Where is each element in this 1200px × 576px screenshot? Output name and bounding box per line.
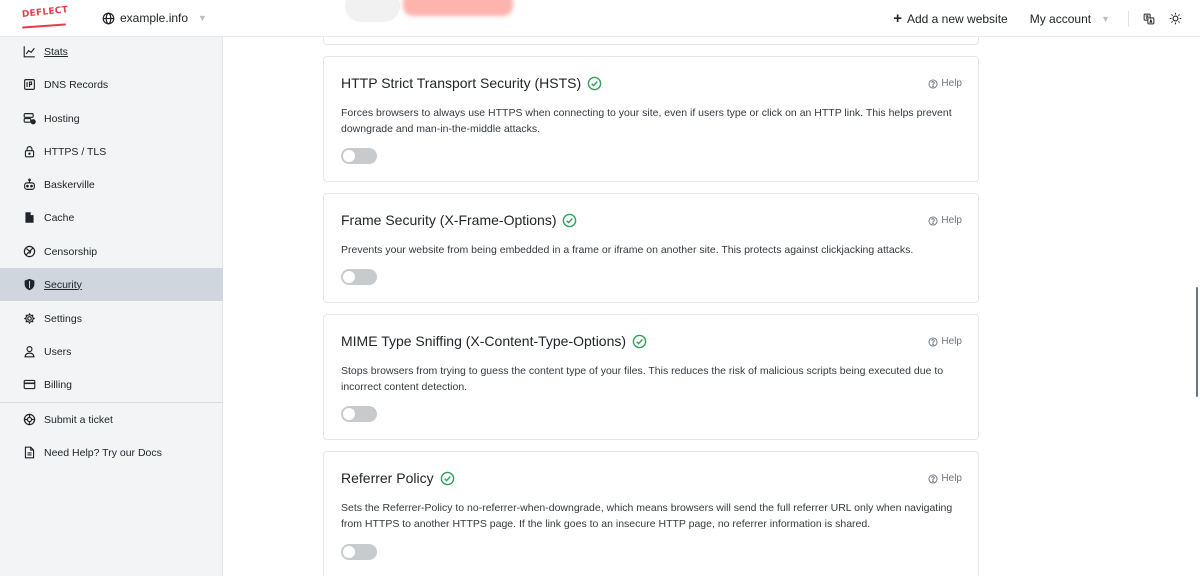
sidebar-item-https-tls[interactable]: HTTPS / TLS (0, 135, 223, 168)
check-circle-icon (440, 471, 454, 485)
card-title: Referrer Policy (341, 470, 455, 486)
main-content: HTTP Strict Transport Security (HSTS) He… (224, 37, 1200, 576)
add-website-button[interactable]: + Add a new website (893, 11, 1008, 26)
chevron-down-icon: ▼ (1101, 13, 1110, 24)
deflect-logo[interactable]: DEFLECT (21, 5, 69, 29)
referrer-policy-toggle[interactable] (341, 544, 377, 560)
question-circle-icon (928, 336, 938, 347)
robot-icon (24, 178, 35, 190)
card-description: Prevents your website from being embedde… (341, 244, 914, 256)
card-title: HTTP Strict Transport Security (HSTS) (341, 75, 602, 91)
user-icon (24, 346, 35, 358)
help-link[interactable]: Help (928, 336, 962, 347)
top-header: DEFLECT example.info ▼ + Add a new websi… (0, 0, 1200, 37)
sidebar-item-cache[interactable]: Cache (0, 201, 223, 234)
card-description: Sets the Referrer-Policy to no-referrer-… (341, 502, 953, 530)
settings-card-hsts: HTTP Strict Transport Security (HSTS) He… (323, 56, 979, 182)
dns-icon (24, 79, 35, 90)
shield-icon (24, 278, 35, 291)
sidebar-item-security[interactable]: Security (0, 268, 223, 301)
file-icon (25, 212, 34, 223)
translate-icon (1143, 13, 1155, 24)
mime-sniffing-toggle[interactable] (341, 406, 377, 422)
help-link[interactable]: Help (928, 473, 962, 484)
plus-icon: + (893, 10, 902, 27)
chevron-down-icon: ▼ (198, 13, 207, 23)
question-circle-icon (928, 473, 938, 484)
sidebar-item-settings[interactable]: Settings (0, 302, 223, 335)
card-title: MIME Type Sniffing (X-Content-Type-Optio… (341, 333, 647, 349)
sidebar: Stats DNS Records Hosting HTTPS / TLS Ba… (0, 37, 223, 576)
globe-icon (102, 12, 115, 24)
lock-icon (24, 146, 35, 158)
check-circle-icon (563, 213, 577, 227)
check-circle-icon (632, 334, 647, 348)
gear-icon (24, 313, 35, 324)
card-description: Stops browsers from trying to guess the … (341, 365, 944, 393)
sidebar-item-billing[interactable]: Billing (0, 368, 223, 401)
my-account-label: My account (1029, 11, 1092, 26)
language-button[interactable] (1143, 13, 1155, 25)
my-account-menu[interactable]: My account ▼ (1030, 12, 1110, 26)
sidebar-item-hosting[interactable]: Hosting (0, 102, 223, 135)
hsts-toggle[interactable] (341, 148, 377, 164)
site-selector[interactable]: example.info ▼ (102, 11, 207, 25)
sidebar-item-baskerville[interactable]: Baskerville (0, 168, 223, 201)
settings-card-mime-sniffing: MIME Type Sniffing (X-Content-Type-Optio… (323, 314, 979, 440)
document-icon (24, 446, 35, 459)
card-description: Forces browsers to always use HTTPS when… (341, 107, 952, 135)
chart-line-icon (23, 46, 35, 58)
question-circle-icon (928, 215, 938, 226)
settings-card-frame-security: Frame Security (X-Frame-Options) Help Pr… (323, 193, 979, 303)
frame-security-toggle[interactable] (341, 269, 377, 285)
help-link[interactable]: Help (928, 78, 962, 89)
sun-icon (1169, 12, 1182, 25)
sidebar-item-docs[interactable]: Need Help? Try our Docs (0, 436, 223, 469)
lifebuoy-icon (23, 413, 36, 426)
question-circle-icon (928, 78, 938, 89)
check-circle-icon (587, 76, 602, 90)
logo-text: DEFLECT (21, 5, 69, 20)
help-link[interactable]: Help (928, 215, 962, 226)
server-icon (23, 113, 36, 125)
sidebar-item-censorship[interactable]: Censorship (0, 235, 223, 268)
settings-card-referrer-policy: Referrer Policy Help Sets the Referrer-P… (323, 451, 979, 576)
header-blurred-element (345, 0, 520, 22)
sidebar-item-submit-ticket[interactable]: Submit a ticket (0, 403, 223, 436)
logo-underline (21, 23, 67, 29)
theme-toggle-button[interactable] (1169, 12, 1182, 25)
globe-slash-icon (23, 245, 36, 258)
card-title: Frame Security (X-Frame-Options) (341, 212, 577, 228)
site-name: example.info (120, 11, 189, 25)
add-website-label: Add a new website (906, 11, 1008, 26)
scrollbar-thumb[interactable] (1196, 287, 1198, 397)
sidebar-item-stats[interactable]: Stats (0, 35, 223, 68)
credit-card-icon (23, 379, 36, 390)
sidebar-item-dns-records[interactable]: DNS Records (0, 68, 223, 101)
sidebar-item-users[interactable]: Users (0, 335, 223, 368)
settings-card-partial (323, 37, 979, 45)
header-divider (1128, 10, 1129, 27)
